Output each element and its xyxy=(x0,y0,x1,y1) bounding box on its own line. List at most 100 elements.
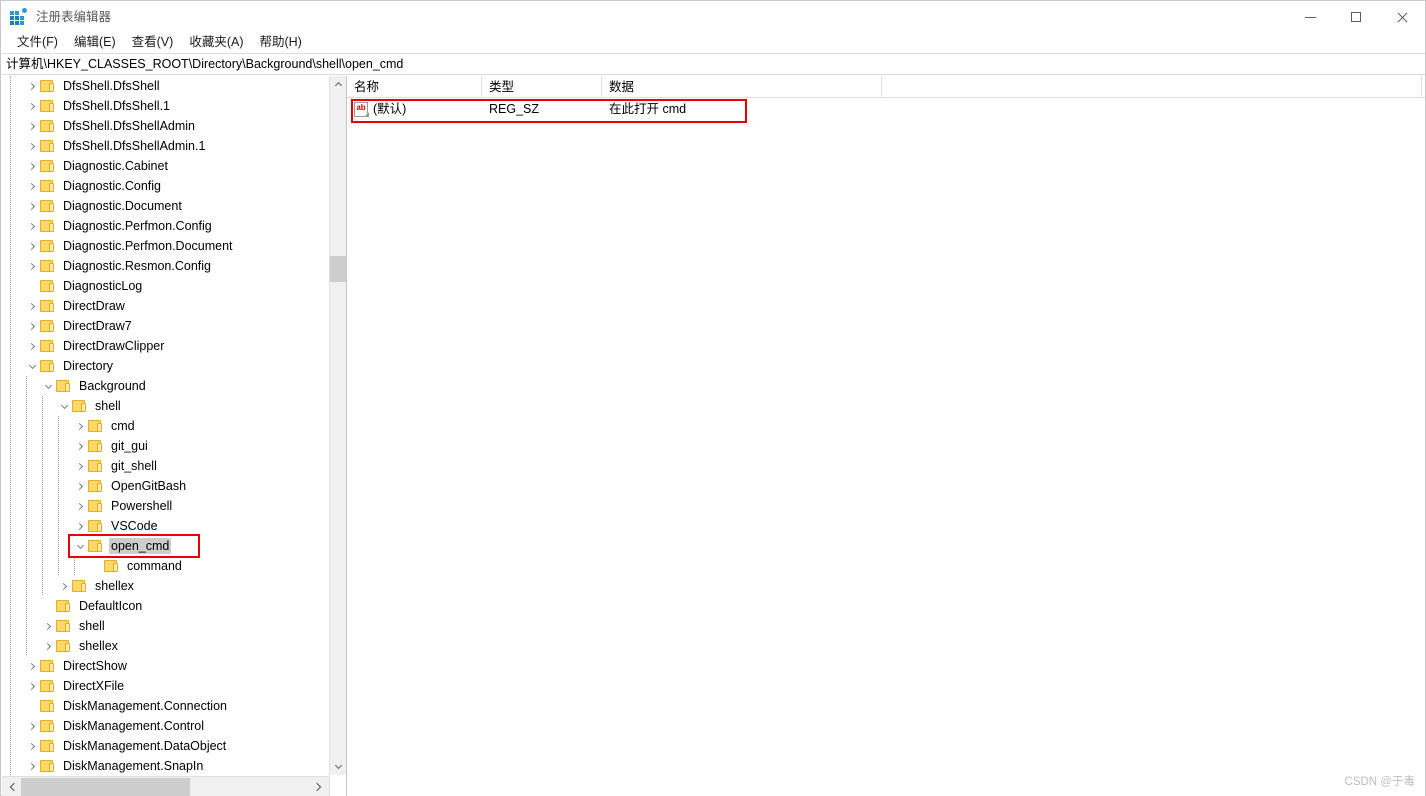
chevron-right-icon[interactable] xyxy=(24,756,40,775)
values-column-header-2[interactable]: 数据 xyxy=(602,76,882,98)
tree-horizontal-scrollbar[interactable] xyxy=(2,776,330,796)
chevron-right-icon[interactable] xyxy=(40,636,56,656)
tree-node-diagnosticlog[interactable]: DiagnosticLog xyxy=(2,276,330,296)
close-button[interactable] xyxy=(1379,1,1425,33)
menu-item-help[interactable]: 帮助(H) xyxy=(251,32,309,52)
chevron-right-icon[interactable] xyxy=(72,516,88,536)
chevron-down-icon[interactable] xyxy=(56,396,72,416)
tree-node-label: Directory xyxy=(63,359,114,373)
tree-node-directdraw[interactable]: DirectDraw xyxy=(2,296,330,316)
tree-node-directory[interactable]: Directory xyxy=(2,356,330,376)
chevron-right-icon[interactable] xyxy=(24,216,40,236)
tree-node-directxfile[interactable]: DirectXFile xyxy=(2,676,330,696)
menu-item-view[interactable]: 查看(V) xyxy=(124,32,182,52)
chevron-down-icon[interactable] xyxy=(72,536,88,556)
tree-node-diskmanagement-snapin[interactable]: DiskManagement.SnapIn xyxy=(2,756,330,775)
tree-node-directdraw7[interactable]: DirectDraw7 xyxy=(2,316,330,336)
chevron-right-icon[interactable] xyxy=(24,256,40,276)
value-row[interactable]: ab (默认) REG_SZ 在此打开 cmd xyxy=(347,98,1425,120)
tree-node-vscode[interactable]: VSCode xyxy=(2,516,330,536)
scroll-down-button[interactable] xyxy=(330,758,346,775)
tree-node-diagnostic-document[interactable]: Diagnostic.Document xyxy=(2,196,330,216)
scroll-left-button[interactable] xyxy=(4,777,21,796)
tree-hscroll-thumb[interactable] xyxy=(21,778,190,796)
chevron-down-icon[interactable] xyxy=(40,376,56,396)
chevron-right-icon[interactable] xyxy=(72,496,88,516)
chevron-right-icon[interactable] xyxy=(24,156,40,176)
tree-vertical-scrollbar[interactable] xyxy=(329,76,346,775)
tree-node-dfsshell-dfsshell-1[interactable]: DfsShell.DfsShell.1 xyxy=(2,96,330,116)
tree-node-directshow[interactable]: DirectShow xyxy=(2,656,330,676)
tree-node-defaulticon[interactable]: DefaultIcon xyxy=(2,596,330,616)
chevron-right-icon[interactable] xyxy=(72,456,88,476)
chevron-right-icon[interactable] xyxy=(56,576,72,596)
tree-node-open-cmd[interactable]: open_cmd xyxy=(2,536,330,556)
tree-node-diagnostic-cabinet[interactable]: Diagnostic.Cabinet xyxy=(2,156,330,176)
tree-node-opengitbash[interactable]: OpenGitBash xyxy=(2,476,330,496)
tree-node-label: DfsShell.DfsShellAdmin.1 xyxy=(63,139,206,153)
chevron-right-icon[interactable] xyxy=(72,416,88,436)
chevron-right-icon[interactable] xyxy=(24,76,40,96)
tree-guide-line xyxy=(10,256,11,276)
chevron-down-icon[interactable] xyxy=(24,356,40,376)
values-column-header-1[interactable]: 类型 xyxy=(482,76,602,98)
chevron-right-icon[interactable] xyxy=(24,236,40,256)
chevron-right-icon[interactable] xyxy=(72,476,88,496)
tree-vscroll-thumb[interactable] xyxy=(330,256,346,282)
tree-node-dfsshell-dfsshelladmin[interactable]: DfsShell.DfsShellAdmin xyxy=(2,116,330,136)
tree-node-cmd[interactable]: cmd xyxy=(2,416,330,436)
tree-guide-line xyxy=(26,556,27,576)
chevron-right-icon[interactable] xyxy=(24,656,40,676)
tree-node-shell[interactable]: shell xyxy=(2,396,330,416)
scroll-up-button[interactable] xyxy=(330,76,346,93)
tree-guide-line xyxy=(58,516,59,536)
tree-indent xyxy=(2,216,24,236)
chevron-right-icon[interactable] xyxy=(24,196,40,216)
tree-node-diagnostic-perfmon-config[interactable]: Diagnostic.Perfmon.Config xyxy=(2,216,330,236)
tree-node-dfsshell-dfsshelladmin-1[interactable]: DfsShell.DfsShellAdmin.1 xyxy=(2,136,330,156)
tree-node-dfsshell-dfsshell[interactable]: DfsShell.DfsShell xyxy=(2,76,330,96)
menu-item-edit[interactable]: 编辑(E) xyxy=(66,32,124,52)
chevron-right-icon[interactable] xyxy=(24,296,40,316)
menu-item-favorites[interactable]: 收藏夹(A) xyxy=(181,32,251,52)
tree-node-diskmanagement-control[interactable]: DiskManagement.Control xyxy=(2,716,330,736)
tree-node-git-gui[interactable]: git_gui xyxy=(2,436,330,456)
tree-indent xyxy=(2,716,24,736)
chevron-right-icon[interactable] xyxy=(24,96,40,116)
tree-node-directdrawclipper[interactable]: DirectDrawClipper xyxy=(2,336,330,356)
tree-node-diagnostic-resmon-config[interactable]: Diagnostic.Resmon.Config xyxy=(2,256,330,276)
values-column-header-0[interactable]: 名称 xyxy=(347,76,482,98)
chevron-right-icon[interactable] xyxy=(24,336,40,356)
chevron-right-icon[interactable] xyxy=(24,736,40,756)
tree-node-diagnostic-perfmon-document[interactable]: Diagnostic.Perfmon.Document xyxy=(2,236,330,256)
tree-node-shell[interactable]: shell xyxy=(2,616,330,636)
tree-node-diagnostic-config[interactable]: Diagnostic.Config xyxy=(2,176,330,196)
values-column-header-label: 类型 xyxy=(489,80,515,94)
chevron-right-icon[interactable] xyxy=(40,616,56,636)
scroll-right-button[interactable] xyxy=(310,777,327,796)
tree-node-shellex[interactable]: shellex xyxy=(2,636,330,656)
chevron-right-icon[interactable] xyxy=(24,176,40,196)
tree-node-command[interactable]: command xyxy=(2,556,330,576)
tree-node-shellex[interactable]: shellex xyxy=(2,576,330,596)
tree-indent xyxy=(2,496,72,516)
tree-guide-line xyxy=(58,496,59,516)
chevron-right-icon[interactable] xyxy=(24,676,40,696)
tree-node-powershell[interactable]: Powershell xyxy=(2,496,330,516)
tree-guide-line xyxy=(26,576,27,596)
maximize-button[interactable] xyxy=(1333,1,1379,33)
chevron-right-icon[interactable] xyxy=(72,436,88,456)
tree-node-background[interactable]: Background xyxy=(2,376,330,396)
registry-editor-window: 注册表编辑器 文件(F) 编辑(E) 查看(V) 收藏夹(A) 帮助(H) 计算… xyxy=(0,0,1426,796)
chevron-right-icon[interactable] xyxy=(24,136,40,156)
tree-node-git-shell[interactable]: git_shell xyxy=(2,456,330,476)
tree-node-diskmanagement-connection[interactable]: DiskManagement.Connection xyxy=(2,696,330,716)
minimize-button[interactable] xyxy=(1287,1,1333,33)
menu-item-file[interactable]: 文件(F) xyxy=(9,32,66,52)
address-bar[interactable]: 计算机\HKEY_CLASSES_ROOT\Directory\Backgrou… xyxy=(2,53,1425,75)
chevron-right-icon[interactable] xyxy=(24,116,40,136)
values-column-header-3[interactable] xyxy=(882,76,1422,98)
chevron-right-icon[interactable] xyxy=(24,716,40,736)
tree-node-diskmanagement-dataobject[interactable]: DiskManagement.DataObject xyxy=(2,736,330,756)
chevron-right-icon[interactable] xyxy=(24,316,40,336)
